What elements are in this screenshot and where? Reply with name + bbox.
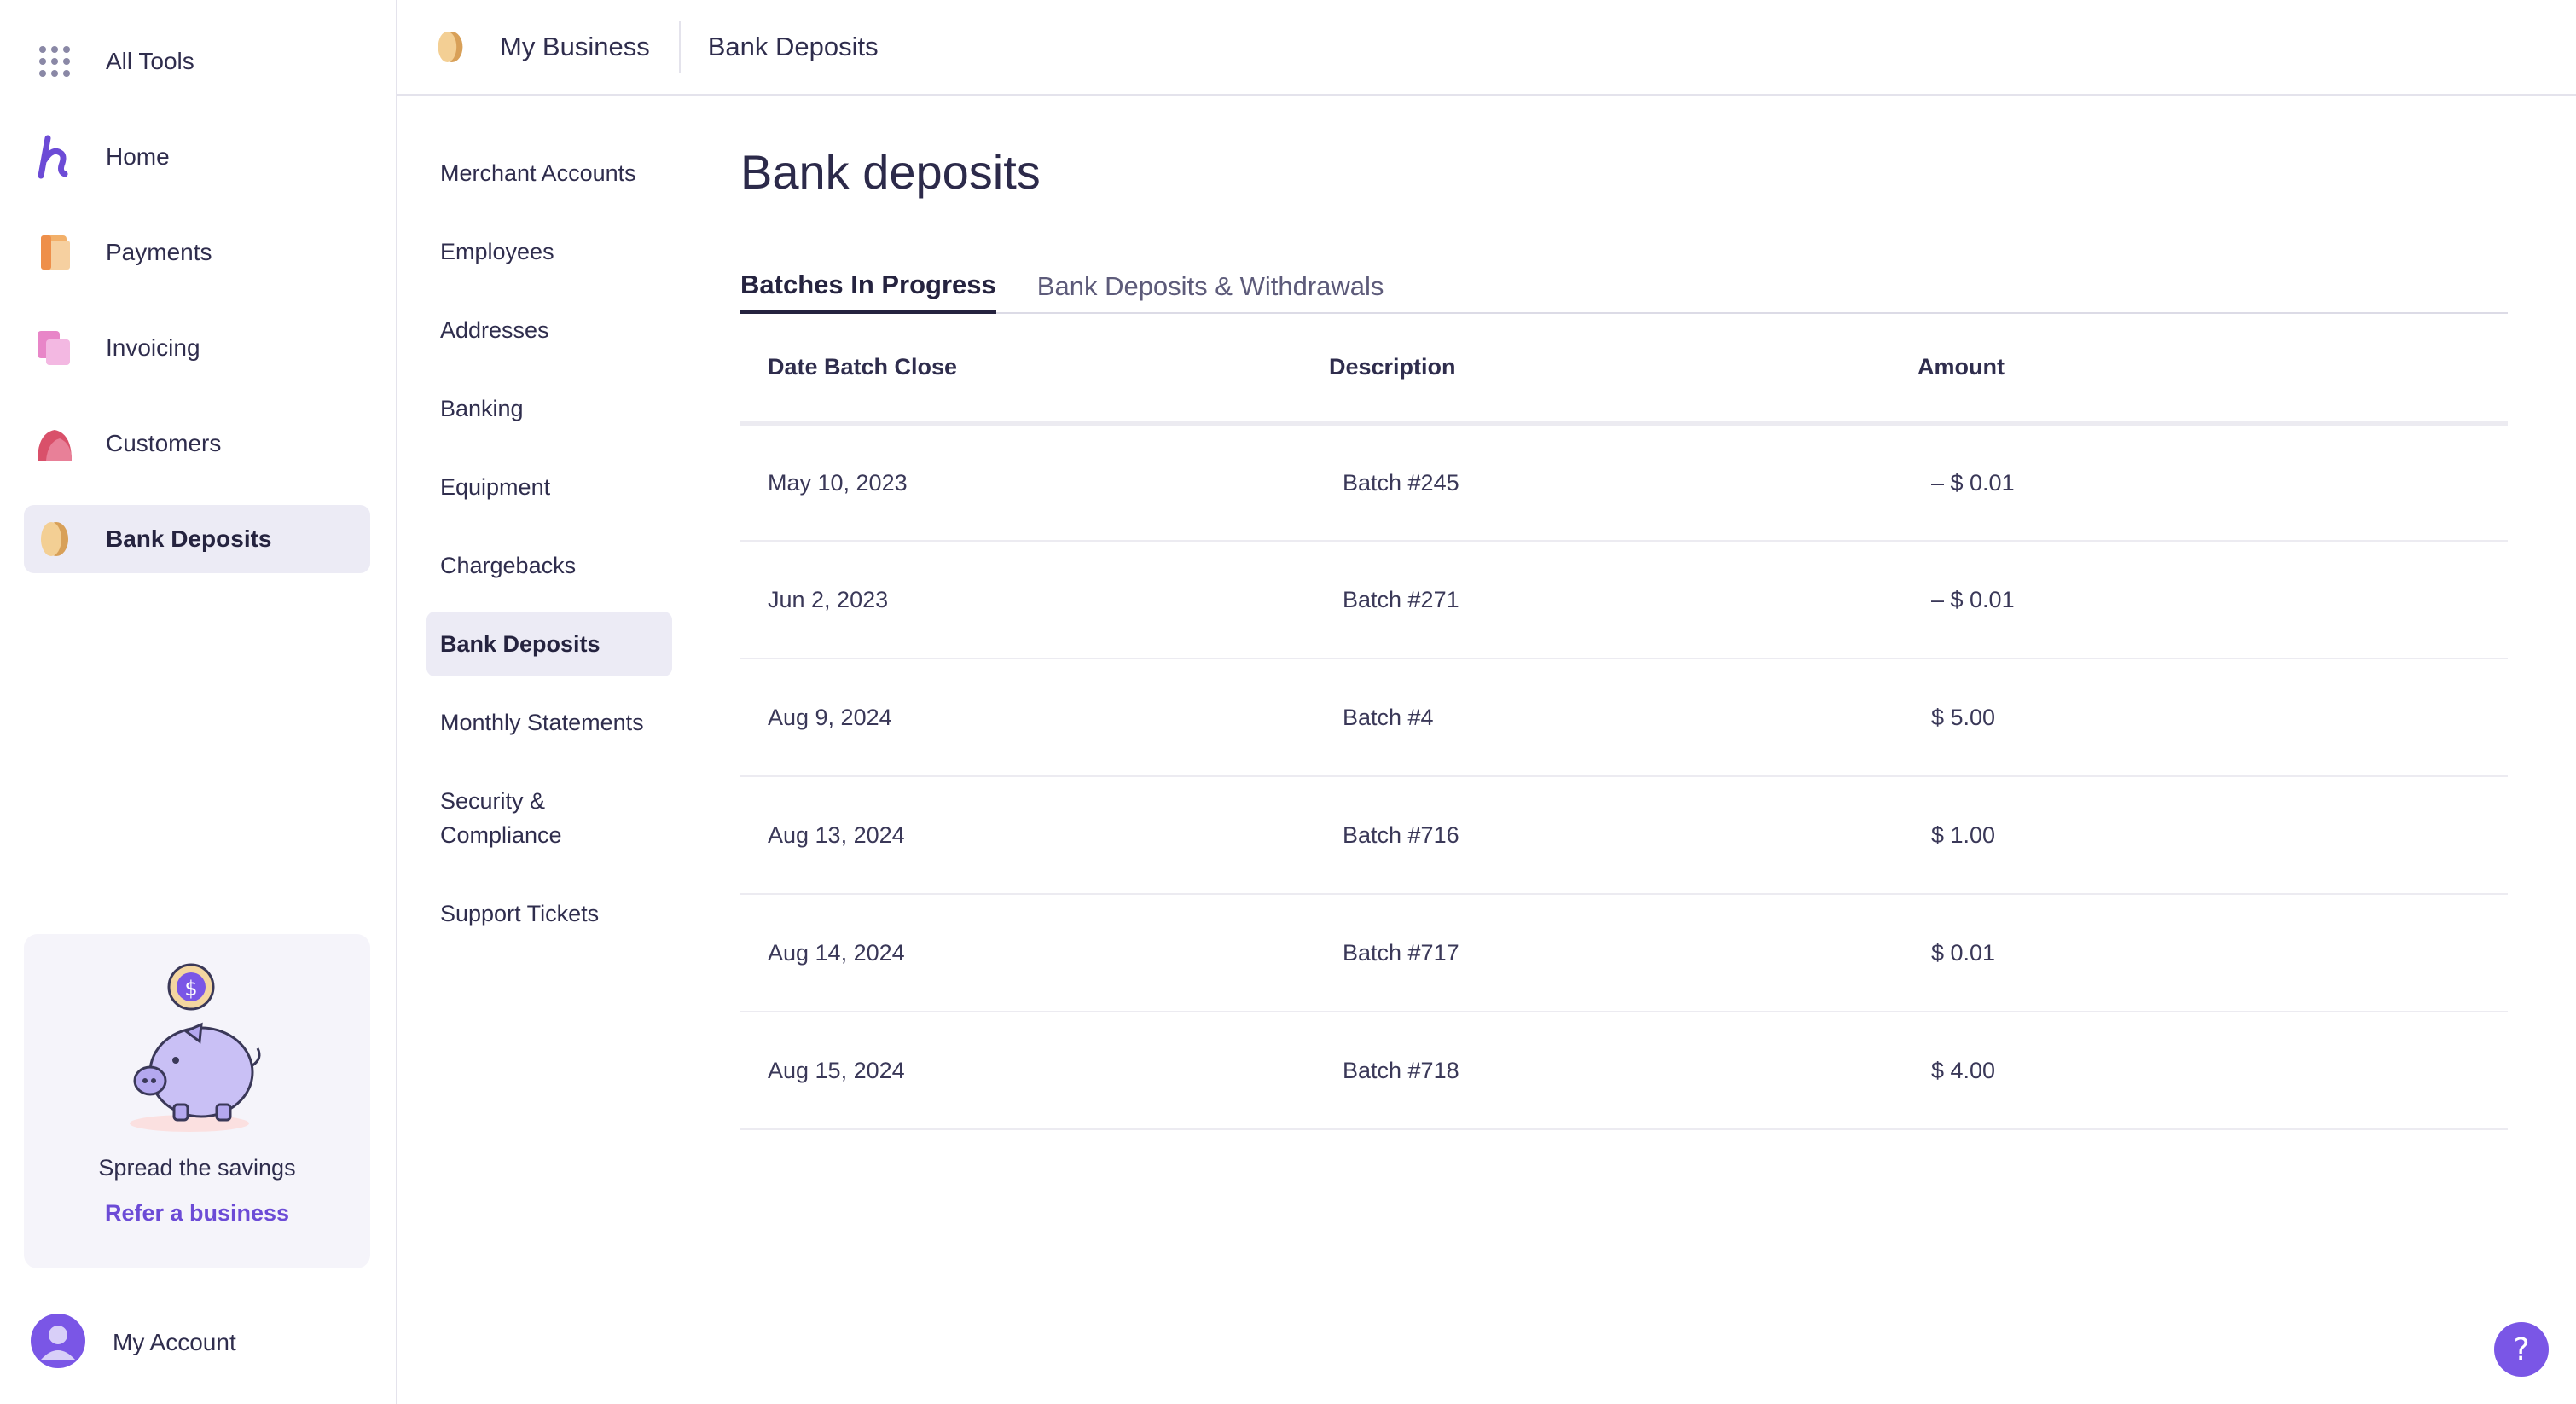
column-header-description[interactable]: Description <box>1329 314 1917 426</box>
svg-text:$: $ <box>184 977 197 1001</box>
tab-bank-deposits-withdrawals[interactable]: Bank Deposits & Withdrawals <box>1037 271 1384 312</box>
cell-amount: $ 4.00 <box>1917 1012 2508 1130</box>
sidebar-item-label: Invoicing <box>106 334 200 361</box>
table-row[interactable]: Aug 13, 2024 Batch #716 $ 1.00 <box>740 776 2508 895</box>
cell-date: May 10, 2023 <box>740 423 1329 542</box>
sidebar-item-label: Home <box>106 143 170 170</box>
refer-business-link[interactable]: Refer a business <box>105 1200 289 1227</box>
cell-amount: $ 5.00 <box>1917 658 2508 777</box>
breadcrumb-bank-deposits: Bank Deposits <box>707 32 879 61</box>
bank-deposits-icon <box>32 517 77 561</box>
sidebar-item-label: Bank Deposits <box>106 525 272 552</box>
sidebar-item-all-tools[interactable]: All Tools <box>24 27 370 96</box>
cell-description: Batch #4 <box>1329 658 1917 777</box>
subnav-merchant-accounts[interactable]: Merchant Accounts <box>426 141 672 206</box>
table-header-row: Date Batch Close Description Amount <box>740 314 2508 426</box>
tab-bar: Batches In Progress Bank Deposits & With… <box>740 264 2508 314</box>
sidebar-item-label: Payments <box>106 239 212 265</box>
subnav-addresses[interactable]: Addresses <box>426 298 672 363</box>
breadcrumb: My Business Bank Deposits <box>397 0 2576 96</box>
promo-text: Spread the savings <box>98 1155 296 1181</box>
cell-amount: $ 1.00 <box>1917 776 2508 895</box>
subnav-chargebacks[interactable]: Chargebacks <box>426 533 672 598</box>
my-account-label: My Account <box>113 1329 236 1355</box>
column-header-amount[interactable]: Amount <box>1917 314 2508 426</box>
sidebar-item-bank-deposits[interactable]: Bank Deposits <box>24 505 370 573</box>
bank-deposits-icon <box>432 28 469 66</box>
help-button[interactable]: ? <box>2494 1322 2549 1377</box>
sidebar-item-invoicing[interactable]: Invoicing <box>24 314 370 382</box>
sidebar-item-customers[interactable]: Customers <box>24 409 370 478</box>
avatar-icon <box>31 1313 85 1372</box>
customers-icon <box>32 421 77 466</box>
cell-date: Aug 9, 2024 <box>740 658 1329 777</box>
payments-icon <box>32 230 77 275</box>
tab-batches-in-progress[interactable]: Batches In Progress <box>740 270 996 314</box>
subnav-security-compliance[interactable]: Security & Compliance <box>426 769 597 867</box>
subnav-equipment[interactable]: Equipment <box>426 455 672 519</box>
cell-description: Batch #271 <box>1329 541 1917 659</box>
subnav-employees[interactable]: Employees <box>426 219 672 284</box>
cell-amount: – $ 0.01 <box>1917 423 2508 542</box>
breadcrumb-my-business[interactable]: My Business <box>500 32 650 62</box>
my-account-button[interactable]: My Account <box>31 1313 236 1372</box>
batches-table: Date Batch Close Description Amount May … <box>740 314 2508 1130</box>
breadcrumb-divider <box>678 21 681 73</box>
cell-description: Batch #718 <box>1329 1012 1917 1130</box>
sidebar-item-label: Customers <box>106 430 222 456</box>
home-logo-icon <box>32 135 77 179</box>
cell-date: Jun 2, 2023 <box>740 541 1329 659</box>
cell-date: Aug 14, 2024 <box>740 894 1329 1012</box>
bank-deposits-content: Bank deposits Batches In Progress Bank D… <box>740 136 2508 1130</box>
page-title: Bank deposits <box>740 145 1041 199</box>
main-area: My Business Bank Deposits Merchant Accou… <box>397 0 2576 1404</box>
table-row[interactable]: Jun 2, 2023 Batch #271 – $ 0.01 <box>740 541 2508 659</box>
table-row[interactable]: Aug 15, 2024 Batch #718 $ 4.00 <box>740 1012 2508 1130</box>
cell-description: Batch #717 <box>1329 894 1917 1012</box>
grid-icon <box>32 39 77 84</box>
cell-amount: – $ 0.01 <box>1917 541 2508 659</box>
sidebar-item-home[interactable]: Home <box>24 123 370 191</box>
subnav-monthly-statements[interactable]: Monthly Statements <box>426 690 672 755</box>
subnav-banking[interactable]: Banking <box>426 376 672 441</box>
cell-date: Aug 13, 2024 <box>740 776 1329 895</box>
cell-amount: $ 0.01 <box>1917 894 2508 1012</box>
column-header-date[interactable]: Date Batch Close <box>740 314 1329 426</box>
subnav-bank-deposits[interactable]: Bank Deposits <box>426 612 672 676</box>
cell-description: Batch #716 <box>1329 776 1917 895</box>
piggy-bank-illustration: $ <box>125 960 270 1140</box>
cell-description: Batch #245 <box>1329 423 1917 542</box>
sidebar-item-payments[interactable]: Payments <box>24 218 370 287</box>
left-sidebar: All Tools Home Payments Invoicing Custom… <box>0 0 397 1404</box>
settings-subnav: Merchant Accounts Employees Addresses Ba… <box>426 141 674 960</box>
cell-date: Aug 15, 2024 <box>740 1012 1329 1130</box>
referral-promo-card: $ Spread the savings Refer a business <box>24 934 370 1268</box>
sidebar-item-label: All Tools <box>106 48 194 74</box>
invoicing-icon <box>32 326 77 370</box>
table-row[interactable]: Aug 9, 2024 Batch #4 $ 5.00 <box>740 658 2508 777</box>
table-row[interactable]: May 10, 2023 Batch #245 – $ 0.01 <box>740 423 2508 542</box>
table-row[interactable]: Aug 14, 2024 Batch #717 $ 0.01 <box>740 894 2508 1012</box>
subnav-support-tickets[interactable]: Support Tickets <box>426 881 672 946</box>
